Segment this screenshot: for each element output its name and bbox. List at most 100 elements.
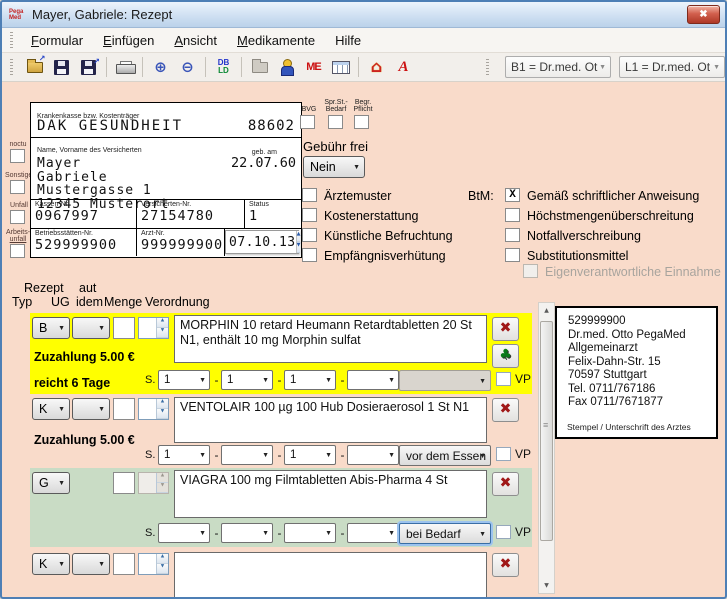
db-ld-button[interactable]: DB LD <box>211 55 236 80</box>
dose-night-select[interactable] <box>347 370 399 390</box>
zoom-out-button[interactable]: ⊖ <box>175 55 200 80</box>
typ-select[interactable]: G <box>32 472 70 494</box>
aut-idem-checkbox[interactable] <box>113 317 135 339</box>
empfaengnisverhuetung-checkbox[interactable] <box>302 248 317 262</box>
home-button[interactable]: ⌂ <box>364 55 389 80</box>
menge-spinner[interactable]: ▲▼ <box>138 398 169 420</box>
prescription-scrollbar[interactable]: ▲ ▼ <box>538 302 555 594</box>
kostenerstattung-checkbox[interactable] <box>302 208 317 222</box>
menu-medikamente[interactable]: Medikamente <box>227 30 325 51</box>
menu-hilfe[interactable]: Hilfe <box>325 30 371 51</box>
scroll-up-button[interactable]: ▲ <box>539 303 554 318</box>
menge-spin-buttons[interactable]: ▲▼ <box>156 318 168 338</box>
dose-evening-select[interactable] <box>284 523 336 543</box>
save-as-button[interactable]: ↗ <box>76 55 101 80</box>
btm-substitution-checkbox[interactable] <box>505 248 520 262</box>
aerztemuster-checkbox[interactable] <box>302 188 317 202</box>
dose-evening-select[interactable]: 1 <box>284 445 336 465</box>
btm-info-button[interactable]: ♣ <box>492 344 519 368</box>
menge-spin-buttons[interactable]: ▲▼ <box>156 554 168 574</box>
ug-select[interactable] <box>72 317 110 339</box>
kuenstliche-befruchtung-checkbox[interactable] <box>302 228 317 242</box>
arzneimittel-button[interactable]: A <box>391 55 416 80</box>
pegamed-logo-icon: Pega Med <box>9 9 29 21</box>
typ-select[interactable]: K <box>32 553 70 575</box>
medikamente-button[interactable]: ME <box>301 55 326 80</box>
menge-spin-buttons[interactable]: ▲▼ <box>156 399 168 419</box>
gebuehr-frei-select[interactable]: Nein <box>303 156 365 178</box>
menge-spinner[interactable]: ▲▼ <box>138 553 169 575</box>
hint-select[interactable]: vor dem Essen <box>399 445 491 466</box>
spin-down-icon[interactable]: ▼ <box>157 328 168 338</box>
btm-hoechstmenge-checkbox[interactable] <box>505 208 520 222</box>
dose-noon-select[interactable]: 1 <box>221 370 273 390</box>
dose-morning-select[interactable]: 1 <box>158 370 210 390</box>
dose-night-select[interactable] <box>347 445 399 465</box>
ug-select[interactable] <box>72 398 110 420</box>
spin-up-icon[interactable]: ▲ <box>157 554 168 564</box>
rezept-window: Pega Med Mayer, Gabriele: Rezept ✖ Formu… <box>0 0 727 599</box>
unfall-checkbox[interactable] <box>10 210 25 224</box>
aut-idem-checkbox[interactable] <box>113 472 135 494</box>
dose-evening-select[interactable]: 1 <box>284 370 336 390</box>
dose-morning-select[interactable]: 1 <box>158 445 210 465</box>
titlebar: Pega Med Mayer, Gabriele: Rezept ✖ <box>2 2 725 28</box>
dose-noon-select[interactable] <box>221 445 273 465</box>
verordnung-textarea[interactable] <box>174 552 487 598</box>
sprst-bedarf-checkbox[interactable] <box>328 115 343 129</box>
table-button[interactable] <box>328 55 353 80</box>
gebuehr-frei-value: Nein <box>310 160 336 174</box>
verordnung-textarea[interactable]: VIAGRA 100 mg Filmtabletten Abis-Pharma … <box>174 470 487 518</box>
patient-edit-button[interactable] <box>274 55 299 80</box>
print-button[interactable] <box>112 55 137 80</box>
scrollbar-thumb[interactable] <box>540 321 553 541</box>
save-button[interactable] <box>49 55 74 80</box>
aut-idem-checkbox[interactable] <box>113 398 135 420</box>
verordnung-textarea[interactable]: MORPHIN 10 retard Heumann Retardtablette… <box>174 315 487 363</box>
spin-down-icon[interactable]: ▼ <box>157 564 168 574</box>
close-button[interactable]: ✖ <box>687 5 720 24</box>
btm-anweisung-checkbox[interactable]: X <box>505 188 520 202</box>
begr-pflicht-checkbox[interactable] <box>354 115 369 129</box>
spin-up-icon[interactable]: ▲ <box>157 318 168 328</box>
vp-checkbox[interactable] <box>496 447 511 461</box>
menu-formular[interactable]: Formular <box>21 30 93 51</box>
behandler-select[interactable]: B1 = Dr.med. Ot <box>505 56 611 78</box>
delete-x-icon: ✖ <box>500 401 512 417</box>
delete-row-button[interactable]: ✖ <box>492 472 519 496</box>
date-spin-buttons[interactable]: ▲▼ <box>296 231 301 253</box>
doctor-stamp-panel: 529999900 Dr.med. Otto PegaMed Allgemein… <box>555 306 718 439</box>
typ-select[interactable]: B <box>32 317 70 339</box>
vp-checkbox[interactable] <box>496 372 511 386</box>
scroll-down-button[interactable]: ▼ <box>539 578 554 593</box>
hint-select-focused[interactable]: bei Bedarf <box>399 523 491 544</box>
delete-row-button[interactable]: ✖ <box>492 553 519 577</box>
date-spinner[interactable]: 07.10.13 ▲▼ <box>225 230 299 254</box>
delete-row-button[interactable]: ✖ <box>492 317 519 341</box>
verordnung-textarea[interactable]: VENTOLAIR 100 µg 100 Hub Dosieraerosol 1… <box>174 397 487 443</box>
spin-down-icon[interactable]: ▼ <box>297 242 301 253</box>
spin-up-icon[interactable]: ▲ <box>157 399 168 409</box>
leistungserbringer-select[interactable]: L1 = Dr.med. Ot <box>619 56 725 78</box>
vp-checkbox[interactable] <box>496 525 511 539</box>
menu-ansicht[interactable]: Ansicht <box>164 30 227 51</box>
menge-spinner[interactable]: ▲▼ <box>138 317 169 339</box>
dose-morning-select[interactable] <box>158 523 210 543</box>
arbeitsunfall-checkbox[interactable] <box>10 244 25 258</box>
menu-einfuegen[interactable]: Einfügen <box>93 30 164 51</box>
dose-noon-select[interactable] <box>221 523 273 543</box>
dose-night-select[interactable] <box>347 523 399 543</box>
dosage-s-label: S. <box>145 527 158 539</box>
typ-select[interactable]: K <box>32 398 70 420</box>
spin-down-icon[interactable]: ▼ <box>157 409 168 419</box>
ug-select[interactable] <box>72 553 110 575</box>
bvg-checkbox[interactable] <box>300 115 315 129</box>
delete-row-button[interactable]: ✖ <box>492 398 519 422</box>
aut-idem-checkbox[interactable] <box>113 553 135 575</box>
sonstige-checkbox[interactable] <box>10 180 25 194</box>
spin-up-icon[interactable]: ▲ <box>297 231 301 242</box>
zoom-in-button[interactable]: ⊕ <box>148 55 173 80</box>
open-button[interactable] <box>22 55 47 80</box>
noctu-checkbox[interactable] <box>10 149 25 163</box>
btm-notfall-checkbox[interactable] <box>505 228 520 242</box>
